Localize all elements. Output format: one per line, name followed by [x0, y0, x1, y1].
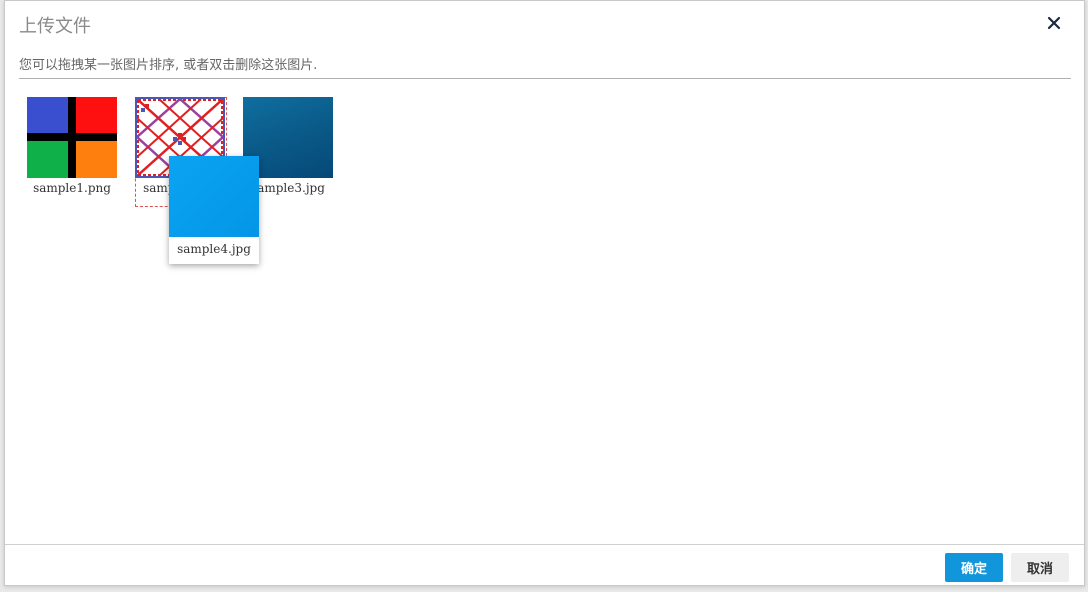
- instruction-text: 您可以拖拽某一张图片排序, 或者双击删除这张图片.: [19, 58, 318, 73]
- dragging-image-thumb[interactable]: sample4.jpg: [169, 156, 259, 264]
- footer-divider: [5, 544, 1084, 545]
- dialog-title: 上传文件: [19, 16, 91, 37]
- image-thumb-1[interactable]: sample1.png: [27, 97, 117, 195]
- image-caption-1: sample1.png: [33, 181, 111, 195]
- header-divider: [19, 78, 1071, 79]
- confirm-button[interactable]: 确定: [945, 553, 1003, 582]
- close-icon: [1047, 16, 1061, 30]
- dragging-image-caption: sample4.jpg: [177, 242, 251, 256]
- upload-dialog: 上传文件 您可以拖拽某一张图片排序, 或者双击删除这张图片. sample1.p…: [4, 0, 1085, 586]
- dragging-image-preview: [169, 156, 259, 237]
- image-preview-1: [27, 97, 117, 178]
- close-button[interactable]: [1044, 13, 1064, 33]
- cancel-button[interactable]: 取消: [1011, 553, 1069, 582]
